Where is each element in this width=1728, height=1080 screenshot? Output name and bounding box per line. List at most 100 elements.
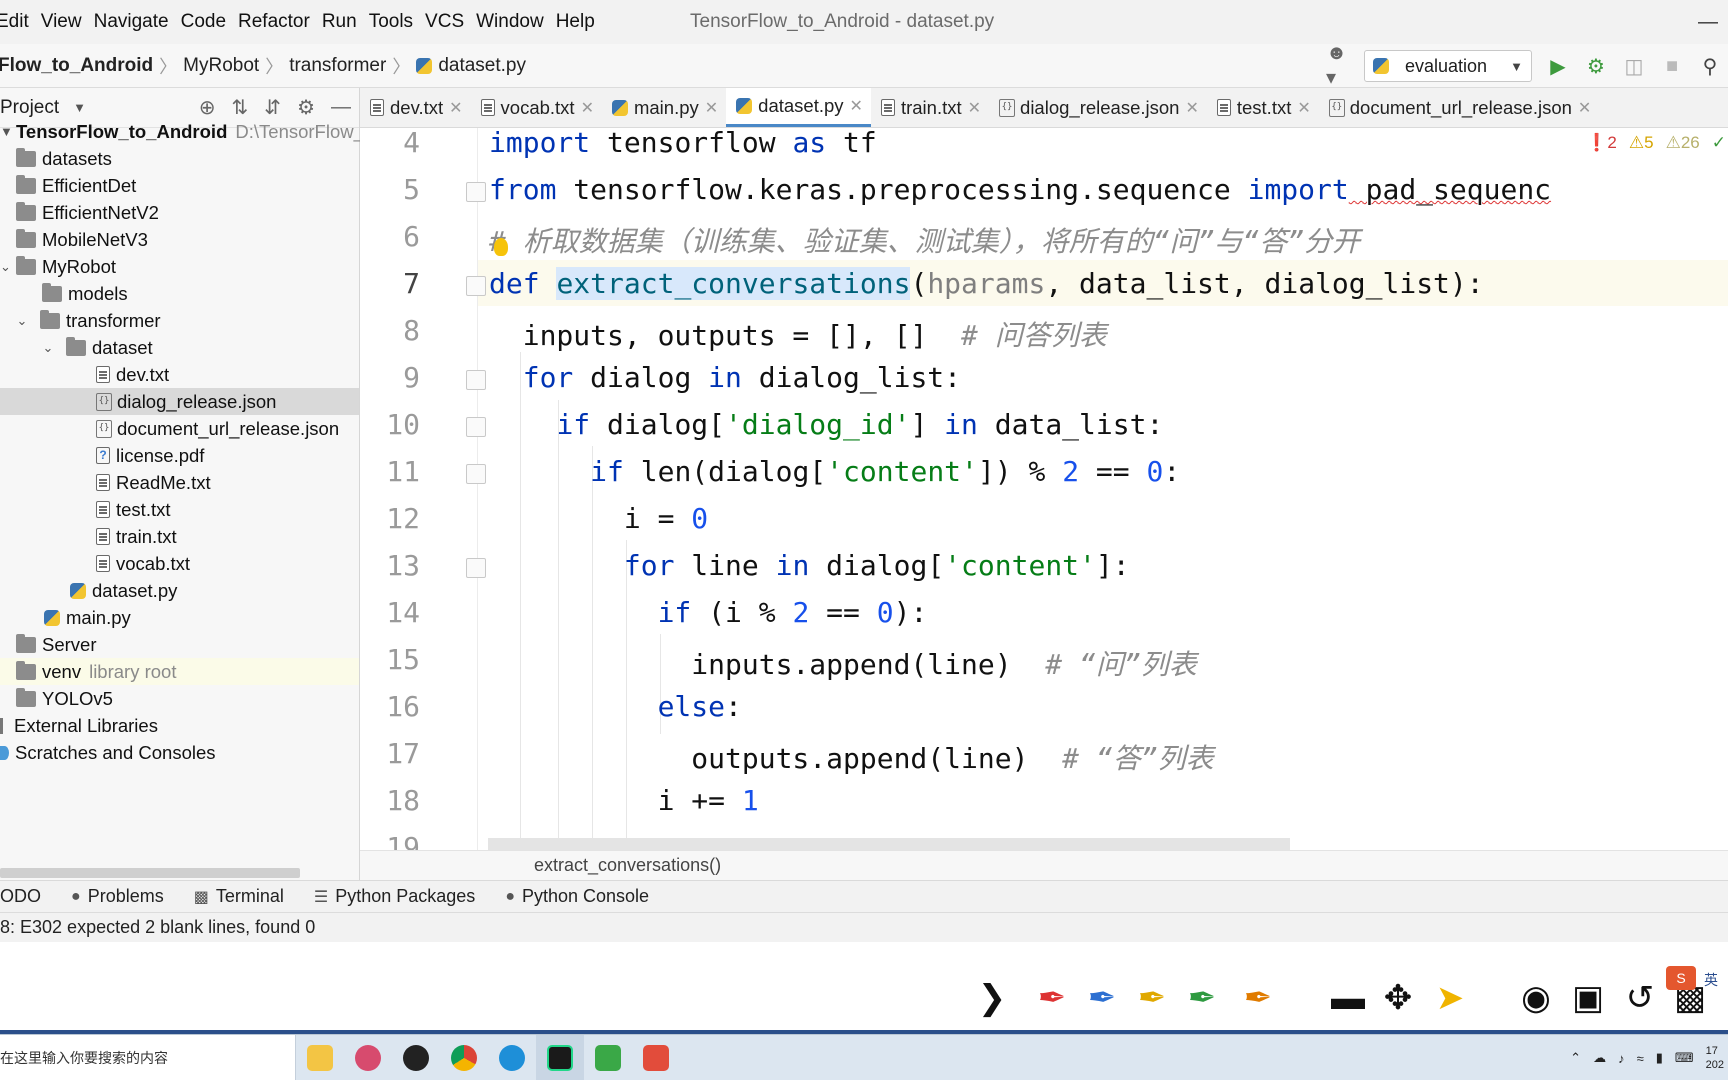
fold-marker[interactable] [466, 464, 486, 484]
tab-dialog-release-json[interactable]: {} dialog_release.json ✕ [989, 88, 1207, 127]
menu-run[interactable]: Run [316, 11, 363, 33]
menu-refactor[interactable]: Refactor [232, 11, 316, 33]
tree-item-readme-txt[interactable]: ReadMe.txt [0, 469, 359, 496]
network-icon[interactable]: ☁ [1593, 1050, 1606, 1066]
chevron-down-icon[interactable]: ⌄ [40, 340, 56, 356]
close-icon[interactable]: ✕ [968, 98, 981, 118]
expand-all-icon[interactable]: ⇅ [232, 95, 249, 120]
tree-item-dataset-folder[interactable]: ⌄ dataset [0, 334, 359, 361]
camtasia-red-icon[interactable] [632, 1035, 680, 1080]
tree-item-document-url-release-json[interactable]: {} document_url_release.json [0, 415, 359, 442]
camtasia-green-icon[interactable] [584, 1035, 632, 1080]
fold-marker[interactable] [466, 276, 486, 296]
pen-yellow-icon[interactable]: ✒ [1130, 976, 1174, 1020]
pen-red-icon[interactable]: ✒ [1030, 976, 1074, 1020]
tool-python-packages[interactable]: ☰ Python Packages [314, 886, 475, 907]
tree-item-yolov5[interactable]: YOLOv5 [0, 685, 359, 712]
tree-item-root[interactable]: ▼ TensorFlow_to_Android D:\TensorFlow_to… [0, 118, 390, 145]
tree-item-main-py[interactable]: main.py [0, 604, 359, 631]
project-horizontal-scrollbar[interactable] [0, 868, 300, 878]
chevron-down-icon[interactable]: ⌄ [0, 259, 11, 275]
volume-icon[interactable]: ♪ [1618, 1051, 1625, 1066]
menu-window[interactable]: Window [470, 11, 550, 33]
tree-item-scratches[interactable]: Scratches and Consoles [0, 739, 359, 766]
tab-document-url-release-json[interactable]: {} document_url_release.json ✕ [1319, 88, 1600, 127]
tree-item-license-pdf[interactable]: ? license.pdf [0, 442, 359, 469]
menu-navigate[interactable]: Navigate [88, 11, 175, 33]
eye-icon[interactable]: ◉ [1514, 976, 1558, 1020]
breadcrumb-myrobot[interactable]: MyRobot [183, 55, 259, 77]
code-breadcrumb[interactable]: extract_conversations() [360, 850, 1728, 880]
tree-item-external-libraries[interactable]: External Libraries [0, 712, 359, 739]
settings-gear-icon[interactable]: ⚙ [297, 95, 315, 120]
ime-sogou-icon[interactable]: S [1666, 966, 1696, 990]
breadcrumb-project[interactable]: Flow_to_Android [0, 55, 153, 77]
run-icon[interactable]: ▶ [1546, 54, 1570, 78]
tool-problems[interactable]: ● Problems [71, 886, 164, 907]
keyboard-icon[interactable]: ⌨ [1675, 1050, 1694, 1066]
project-view-select[interactable]: Project [0, 97, 59, 119]
chrome-icon[interactable] [440, 1035, 488, 1080]
chevron-down-icon[interactable]: ⌄ [14, 313, 30, 329]
hide-icon[interactable]: — [331, 96, 351, 119]
search-icon[interactable]: ⚲ [1698, 54, 1722, 78]
error-count[interactable]: ❗2 [1586, 133, 1617, 153]
breadcrumb-file[interactable]: dataset.py [416, 55, 526, 77]
tree-item-models[interactable]: models [0, 280, 359, 307]
tree-item-efficientnetv2[interactable]: EfficientNetV2 [0, 199, 359, 226]
chevron-down-icon[interactable]: ▼ [73, 100, 86, 115]
undo-icon[interactable]: ↺ [1618, 976, 1662, 1020]
fold-marker[interactable] [466, 370, 486, 390]
check-icon[interactable]: ✓ [1712, 133, 1726, 153]
fold-marker[interactable] [466, 417, 486, 437]
battery-icon[interactable]: ▮ [1656, 1050, 1663, 1066]
menu-tools[interactable]: Tools [363, 11, 419, 33]
pen-blue-icon[interactable]: ✒ [1080, 976, 1124, 1020]
tab-dev-txt[interactable]: dev.txt ✕ [360, 88, 471, 127]
editor-horizontal-scrollbar[interactable] [488, 838, 1290, 850]
eraser-icon[interactable]: ▬ [1326, 976, 1370, 1020]
pycharm-icon[interactable] [536, 1034, 584, 1080]
user-icon[interactable]: ☻▾ [1326, 42, 1350, 89]
close-icon[interactable]: ✕ [705, 98, 718, 118]
tab-dataset-py[interactable]: dataset.py ✕ [726, 88, 871, 127]
locate-file-icon[interactable]: ⊕ [199, 95, 216, 120]
edge-icon[interactable] [488, 1035, 536, 1080]
move-icon[interactable]: ✥ [1376, 976, 1420, 1020]
weak-warning-count[interactable]: ⚠26 [1666, 133, 1700, 153]
annotation-collapse-icon[interactable]: ❯ [970, 976, 1014, 1020]
debug-icon[interactable]: ⚙ [1584, 54, 1608, 78]
close-icon[interactable]: ✕ [850, 96, 863, 116]
run-configuration-select[interactable]: evaluation ▼ [1364, 50, 1532, 82]
pointer-icon[interactable]: ➤ [1428, 976, 1472, 1020]
camera-icon[interactable]: ▣ [1566, 976, 1610, 1020]
tool-todo[interactable]: ODO [0, 886, 41, 907]
highlighter-icon[interactable]: ✒ [1236, 976, 1280, 1020]
fold-marker[interactable] [466, 558, 486, 578]
tab-test-txt[interactable]: test.txt ✕ [1207, 88, 1319, 127]
tree-item-server[interactable]: Server [0, 631, 359, 658]
tree-item-test-txt[interactable]: test.txt [0, 496, 359, 523]
close-icon[interactable]: ✕ [1297, 98, 1310, 118]
file-explorer-icon[interactable] [296, 1035, 344, 1080]
close-icon[interactable]: ✕ [449, 98, 462, 118]
tab-main-py[interactable]: main.py ✕ [602, 88, 726, 127]
inspection-widget[interactable]: ❗2 ⚠5 ⚠26 ✓ [1586, 128, 1728, 158]
lightbulb-icon[interactable] [494, 238, 508, 256]
coverage-icon[interactable]: ◫ [1622, 54, 1646, 78]
tree-item-dataset-py[interactable]: dataset.py [0, 577, 359, 604]
stop-icon[interactable]: ■ [1660, 54, 1684, 78]
tree-item-efficientdet[interactable]: EfficientDet [0, 172, 359, 199]
close-icon[interactable]: ✕ [581, 98, 594, 118]
menu-edit[interactable]: Edit [0, 11, 35, 33]
chevron-down-icon[interactable]: ▼ [0, 124, 13, 139]
wifi-icon[interactable]: ≈ [1637, 1051, 1644, 1066]
menu-vcs[interactable]: VCS [419, 11, 470, 33]
tab-train-txt[interactable]: train.txt ✕ [871, 88, 989, 127]
tool-python-console[interactable]: ● Python Console [505, 886, 649, 907]
warning-count[interactable]: ⚠5 [1629, 133, 1654, 153]
tool-terminal[interactable]: ▩ Terminal [194, 886, 284, 907]
tab-vocab-txt[interactable]: vocab.txt ✕ [471, 88, 602, 127]
clock[interactable]: 17 202 [1706, 1044, 1724, 1072]
close-icon[interactable]: ✕ [1185, 98, 1198, 118]
